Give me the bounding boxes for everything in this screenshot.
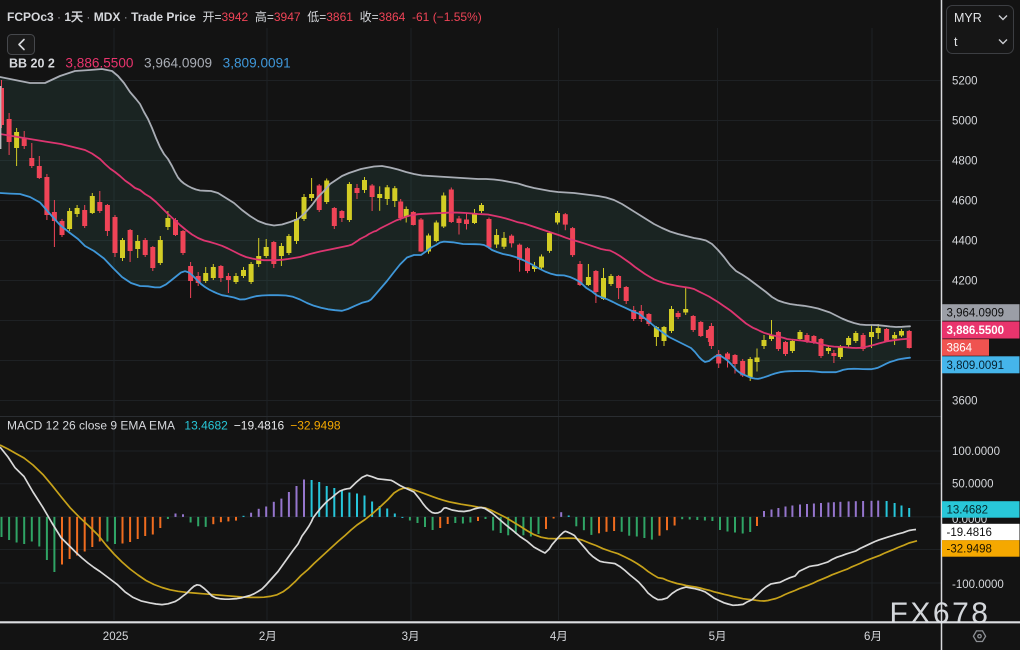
svg-text:4800: 4800 <box>952 156 978 168</box>
svg-text:2025: 2025 <box>103 631 129 643</box>
svg-text:4月: 4月 <box>550 631 568 643</box>
svg-text:13.4682: 13.4682 <box>947 505 989 517</box>
svg-text:5200: 5200 <box>952 76 978 88</box>
svg-text:t: t <box>954 35 958 49</box>
svg-text:5000: 5000 <box>952 116 978 128</box>
svg-text:3864: 3864 <box>947 343 973 355</box>
svg-text:2月: 2月 <box>259 631 277 643</box>
svg-text:100.0000: 100.0000 <box>952 446 1000 458</box>
svg-text:-19.4816: -19.4816 <box>947 527 992 539</box>
svg-text:50.0000: 50.0000 <box>952 479 994 491</box>
svg-text:4400: 4400 <box>952 236 978 248</box>
svg-text:MYR: MYR <box>954 11 982 25</box>
svg-text:-32.9498: -32.9498 <box>947 544 992 556</box>
svg-text:4200: 4200 <box>952 276 978 288</box>
svg-text:MACD 12 26 close 9 EMA EMA 13: MACD 12 26 close 9 EMA EMA 13.4682 −19.4… <box>7 419 341 433</box>
svg-text:3月: 3月 <box>402 631 420 643</box>
svg-text:5月: 5月 <box>709 631 727 643</box>
svg-text:3600: 3600 <box>952 396 978 408</box>
svg-text:FX678: FX678 <box>890 597 991 630</box>
svg-text:6月: 6月 <box>864 631 882 643</box>
svg-text:BB 20 2 3,886.5500 3,964.090: BB 20 2 3,886.5500 3,964.0909 3,809.0091 <box>9 56 291 71</box>
svg-text:-100.0000: -100.0000 <box>952 579 1004 591</box>
svg-text:FCPOc3 · 1天 · MDX · Trade Pric: FCPOc3 · 1天 · MDX · Trade Price 开=3942 高… <box>7 9 482 24</box>
svg-text:3,809.0091: 3,809.0091 <box>947 360 1005 372</box>
svg-text:3,886.5500: 3,886.5500 <box>947 325 1005 337</box>
svg-text:3,964.0909: 3,964.0909 <box>947 308 1005 320</box>
svg-text:4600: 4600 <box>952 196 978 208</box>
